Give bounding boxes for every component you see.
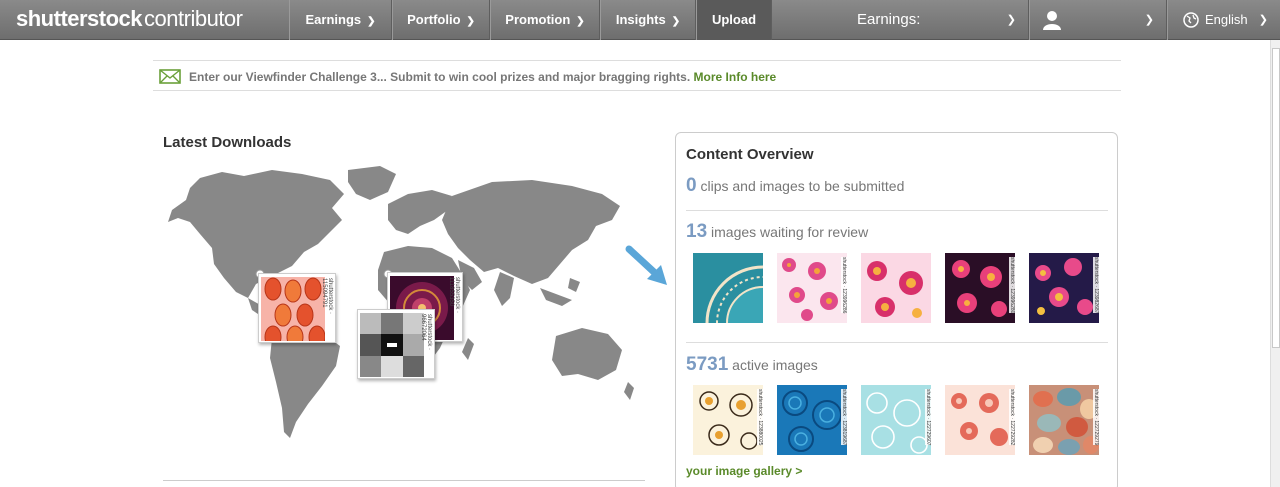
- chevron-down-icon: ❯: [367, 16, 376, 27]
- download-thumb[interactable]: shutterstock · 115094791: [258, 273, 336, 343]
- active-image-id: shutterstock · 122729607: [925, 389, 931, 446]
- more-info-link[interactable]: More Info here: [694, 70, 777, 84]
- nav-promotion-label: Promotion: [505, 12, 571, 27]
- waiting-review-row: 13 images waiting for review: [686, 221, 868, 243]
- announcement-bar: Enter our Viewfinder Challenge 3... Subm…: [153, 60, 1121, 91]
- pending-image-id: shutterstock · 123982687: [1093, 257, 1099, 314]
- navy-floral-image: [1029, 253, 1099, 323]
- arrow-icon: [625, 245, 667, 285]
- earnings-dropdown-label: Earnings:: [857, 11, 921, 28]
- active-image-id: shutterstock · 123819687: [841, 389, 847, 446]
- nav-upload-label: Upload: [711, 12, 757, 27]
- globe-icon: [1183, 12, 1199, 28]
- chevron-down-icon: ❯: [1258, 14, 1268, 26]
- language-label: English: [1205, 12, 1248, 27]
- waiting-review-count: 13: [686, 221, 708, 242]
- waiting-review-label: images waiting for review: [711, 224, 869, 240]
- active-images-count: 5731: [686, 354, 729, 375]
- light-blue-waves-image: [861, 385, 931, 455]
- nav-insights[interactable]: Insights ❯: [600, 0, 696, 40]
- envelope-icon: [159, 69, 181, 84]
- leaf-pattern-image: [261, 277, 325, 341]
- pink-floral-image: [777, 253, 847, 323]
- content-overview-title: Content Overview: [686, 146, 814, 163]
- earnings-dropdown[interactable]: Earnings: ❯: [772, 0, 1029, 40]
- image-gallery-link[interactable]: your image gallery >: [686, 464, 802, 478]
- user-menu-dropdown[interactable]: ❯: [1029, 0, 1167, 40]
- doodle-floral-image: [693, 385, 763, 455]
- lace-teal-image: [693, 253, 763, 323]
- active-image-id: shutterstock · 122729279: [1093, 389, 1099, 446]
- content-overview-panel: Content Overview 0 clips and images to b…: [675, 132, 1118, 487]
- pending-image-id: shutterstock · 123996280: [1009, 257, 1015, 314]
- announcement-message: Enter our Viewfinder Challenge 3... Subm…: [189, 70, 691, 84]
- nav-insights-label: Insights: [615, 12, 666, 27]
- download-thumb-id: shutterstock · 115094791: [321, 278, 333, 315]
- to-submit-count: 0: [686, 175, 697, 196]
- logo-brand: shutterstock: [16, 6, 143, 31]
- page-scrollbar[interactable]: [1270, 40, 1280, 487]
- shutterstock-contributor-logo[interactable]: shutterstockcontributor: [16, 6, 243, 32]
- nav-upload[interactable]: Upload: [696, 0, 772, 40]
- texture-collage-image: [360, 313, 424, 377]
- chevron-down-icon: ❯: [1144, 14, 1154, 26]
- pending-image-thumb[interactable]: [693, 253, 763, 323]
- blue-waves-image: [777, 385, 847, 455]
- nav-portfolio-label: Portfolio: [407, 12, 461, 27]
- user-icon: [1043, 11, 1061, 30]
- download-thumb-id: shutterstock · 96672064: [420, 314, 432, 351]
- chevron-down-icon: ❯: [466, 16, 475, 27]
- pending-image-thumb[interactable]: [861, 253, 931, 323]
- pending-image-thumb[interactable]: shutterstock · 123982687: [1029, 253, 1099, 323]
- active-image-thumb[interactable]: shutterstock · 122729607: [861, 385, 931, 455]
- nav-portfolio[interactable]: Portfolio ❯: [392, 0, 490, 40]
- active-image-thumb[interactable]: shutterstock · 122729279: [1029, 385, 1099, 455]
- nav-earnings-label: Earnings: [305, 12, 362, 27]
- pebble-pattern-image: [1029, 385, 1099, 455]
- active-images-label: active images: [732, 357, 818, 373]
- top-nav-bar: shutterstockcontributor Earnings ❯ Portfo…: [0, 0, 1280, 40]
- dark-floral-image: [945, 253, 1015, 323]
- pending-image-thumb[interactable]: shutterstock · 123996286: [777, 253, 847, 323]
- active-image-id: shutterstock · 122729282: [1009, 389, 1015, 446]
- pending-image-id: shutterstock · 123996286: [841, 257, 847, 314]
- active-images-row: 5731 active images: [686, 354, 818, 376]
- to-submit-label: clips and images to be submitted: [700, 178, 905, 194]
- pending-image-thumb[interactable]: shutterstock · 123996280: [945, 253, 1015, 323]
- download-thumb-id: shutterstock · 111855350: [448, 277, 460, 314]
- scrollbar-thumb[interactable]: [1272, 48, 1280, 348]
- active-image-thumb[interactable]: shutterstock · 123819687: [777, 385, 847, 455]
- download-thumb[interactable]: shutterstock · 96672064: [357, 309, 435, 379]
- nav-promotion[interactable]: Promotion ❯: [490, 0, 600, 40]
- active-image-thumb[interactable]: shutterstock · 123880025: [693, 385, 763, 455]
- to-submit-row: 0 clips and images to be submitted: [686, 175, 904, 197]
- chevron-down-icon: ❯: [671, 16, 681, 27]
- latest-downloads-divider: [163, 480, 645, 481]
- section-divider: [686, 342, 1108, 343]
- latest-downloads-title: Latest Downloads: [163, 134, 292, 151]
- section-divider: [686, 210, 1108, 211]
- active-image-id: shutterstock · 123880025: [757, 389, 763, 446]
- chevron-down-icon: ❯: [576, 16, 585, 27]
- active-image-thumb[interactable]: shutterstock · 122729282: [945, 385, 1015, 455]
- nav-earnings[interactable]: Earnings ❯: [289, 0, 392, 40]
- flower-mix-image: [861, 253, 931, 323]
- announcement-text: Enter our Viewfinder Challenge 3... Subm…: [189, 70, 776, 84]
- logo-sub: contributor: [144, 6, 243, 31]
- language-dropdown[interactable]: English ❯: [1167, 0, 1280, 40]
- chevron-down-icon: ❯: [1006, 14, 1016, 26]
- coral-floral-image: [945, 385, 1015, 455]
